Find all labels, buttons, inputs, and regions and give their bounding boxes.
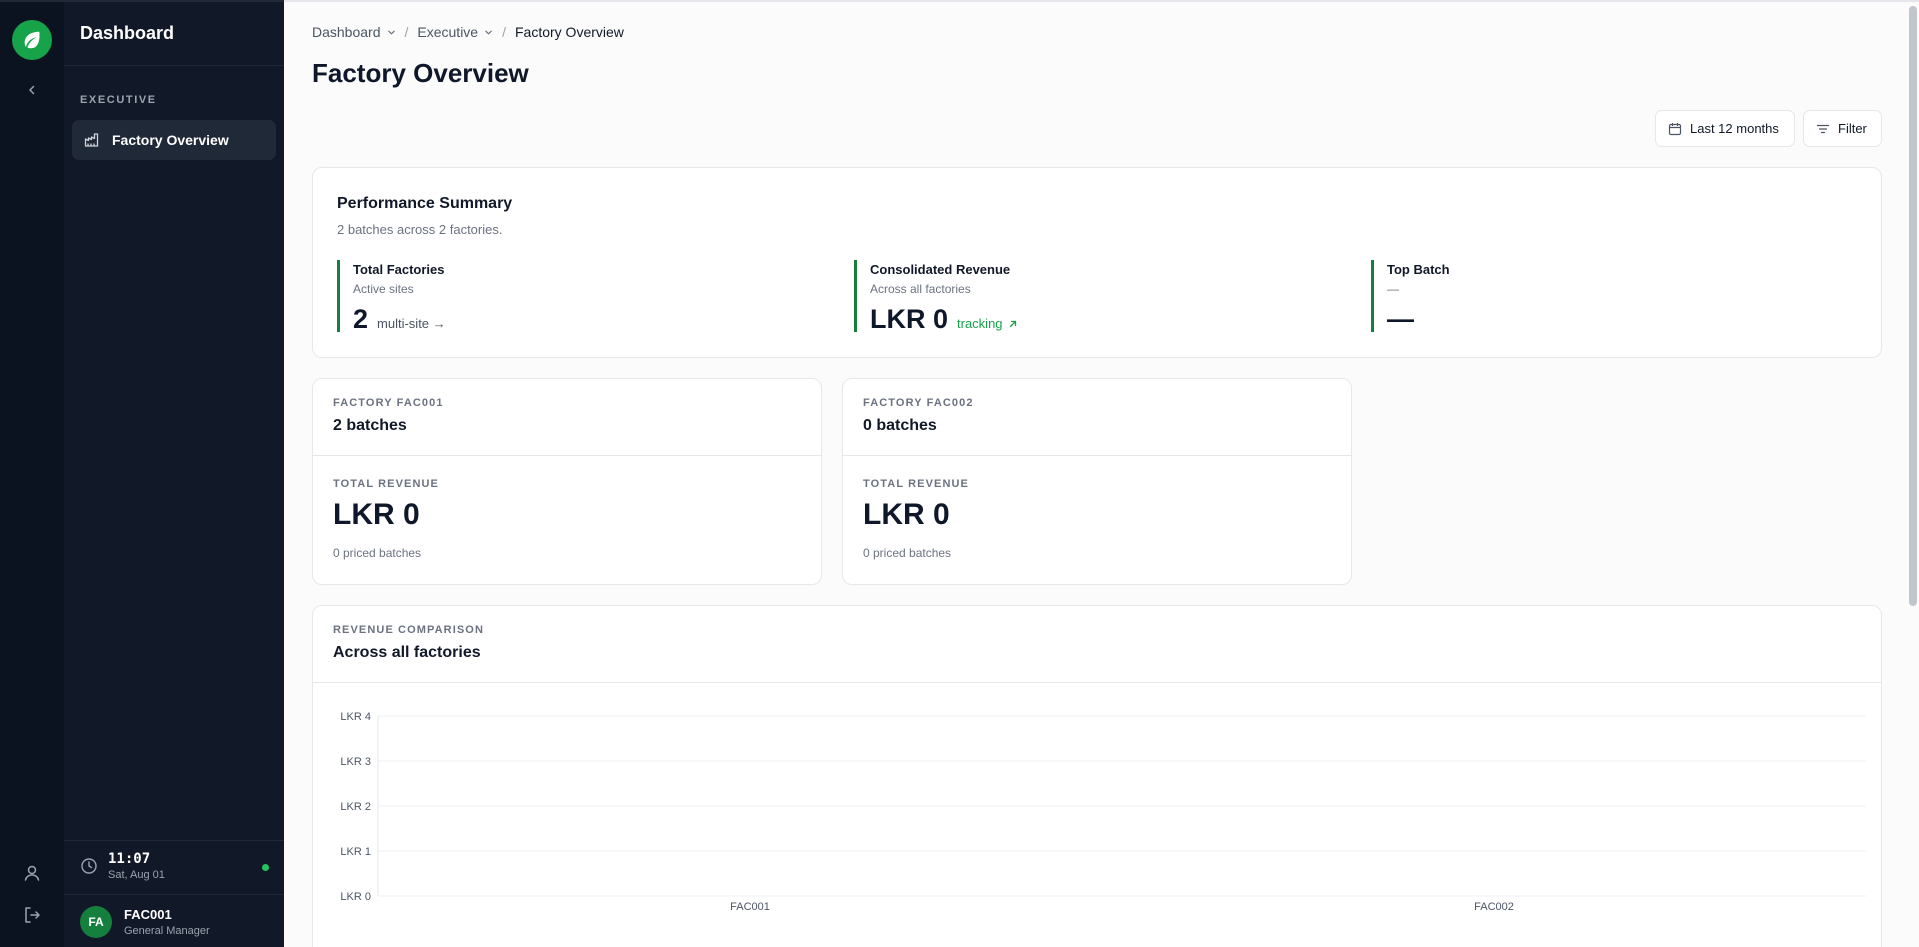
factory-label: FACTORY FAC002 (863, 397, 974, 409)
stat-value: — (1387, 304, 1414, 334)
y-tick-label: LKR 3 (340, 756, 371, 768)
main-content: Dashboard / Executive / Factory Overview… (284, 0, 1919, 947)
stat-title: Consolidated Revenue (870, 262, 1011, 277)
online-status-dot (262, 864, 269, 871)
stat-subtitle: Across all factories (870, 282, 971, 296)
page-title: Factory Overview (312, 58, 529, 88)
breadcrumb-current: Factory Overview (514, 24, 624, 40)
clock-time: 11:07 (108, 851, 151, 867)
user-icon[interactable] (22, 863, 42, 883)
stat-subtitle: — (1387, 282, 1399, 296)
summary-title: Performance Summary (337, 195, 513, 212)
revenue-value: LKR 0 (333, 498, 420, 531)
date-range-label: Last 12 months (1690, 121, 1779, 136)
priced-batches: 0 priced batches (863, 546, 952, 560)
x-tick-label: FAC001 (730, 901, 770, 913)
filter-icon (1816, 122, 1830, 136)
priced-batches: 0 priced batches (333, 546, 422, 560)
y-tick-label: LKR 0 (340, 891, 371, 903)
chevron-down-icon (484, 24, 493, 40)
breadcrumb-separator: / (404, 24, 409, 40)
breadcrumb-label: Executive (417, 24, 479, 40)
logout-icon[interactable] (22, 905, 42, 925)
summary-subtitle: 2 batches across 2 factories. (337, 222, 503, 237)
stat-trend: tracking (957, 316, 1018, 331)
leaf-icon[interactable] (12, 20, 52, 60)
breadcrumb-executive[interactable]: Executive (417, 24, 493, 40)
factory-label: FACTORY FAC001 (333, 397, 444, 409)
factory-batches: 0 batches (863, 417, 937, 434)
factory-batches: 2 batches (333, 417, 407, 434)
revenue-value: LKR 0 (863, 498, 950, 531)
stat-value: 2 (353, 304, 369, 334)
breadcrumb-label: Dashboard (312, 24, 381, 40)
date-range-button[interactable]: Last 12 months (1655, 110, 1795, 147)
sidebar-section-label: EXECUTIVE (80, 94, 157, 106)
chart-title: Across all factories (333, 644, 481, 661)
chevron-left-icon[interactable] (22, 80, 42, 100)
filter-button[interactable]: Filter (1803, 110, 1882, 147)
clock-icon (80, 857, 98, 880)
y-tick-label: LKR 2 (340, 801, 371, 813)
stat-title: Top Batch (1387, 262, 1450, 277)
revenue-label: TOTAL REVENUE (863, 478, 969, 490)
calendar-icon (1668, 122, 1682, 136)
sidebar-item-factory-overview[interactable]: Factory Overview (72, 120, 276, 160)
clock-date: Sat, Aug 01 (108, 869, 165, 881)
user-role: General Manager (124, 925, 210, 937)
stat-top-batch: Top Batch — — (1371, 260, 1771, 334)
sidebar: Dashboard EXECUTIVE Factory Overview 11:… (64, 0, 284, 947)
breadcrumb-separator: / (502, 24, 506, 40)
y-tick-label: LKR 4 (340, 711, 371, 723)
stat-total-factories: Total Factories Active sites 2 multi-sit… (337, 260, 737, 334)
clock-widget: 11:07 Sat, Aug 01 (64, 840, 284, 894)
revenue-comparison-card: REVENUE COMPARISON Across all factories … (312, 605, 1882, 947)
chevron-down-icon (387, 24, 396, 40)
factory-icon (84, 132, 100, 148)
breadcrumb: Dashboard / Executive / Factory Overview (312, 24, 624, 40)
factory-card-fac001[interactable]: FACTORY FAC001 2 batches TOTAL REVENUE L… (312, 378, 822, 585)
stat-trend-label: tracking (957, 316, 1003, 331)
breadcrumb-dashboard[interactable]: Dashboard (312, 24, 396, 40)
user-name: FAC001 (124, 907, 172, 922)
revenue-bar-chart: LKR 0 LKR 1 LKR 2 LKR 3 LKR 4 FAC001 FAC002 (340, 711, 1866, 913)
stat-consolidated-revenue: Consolidated Revenue Across all factorie… (854, 260, 1254, 334)
y-tick-label: LKR 1 (340, 846, 371, 858)
performance-summary-card: Performance Summary 2 batches across 2 f… (312, 167, 1882, 358)
vertical-scrollbar[interactable] (1909, 6, 1917, 606)
sidebar-title: Dashboard (80, 23, 175, 43)
revenue-label: TOTAL REVENUE (333, 478, 439, 490)
stat-link-multi-site[interactable]: multi-site → (377, 316, 446, 331)
stat-title: Total Factories (353, 262, 445, 277)
stat-value: LKR 0 (870, 304, 949, 334)
icon-rail (0, 0, 64, 947)
sidebar-header: Dashboard (64, 2, 284, 66)
factory-card-fac002[interactable]: FACTORY FAC002 0 batches TOTAL REVENUE L… (842, 378, 1352, 585)
arrow-up-right-icon (1008, 319, 1018, 329)
stat-subtitle: Active sites (353, 282, 414, 296)
x-tick-label: FAC002 (1474, 901, 1514, 913)
chart-label: REVENUE COMPARISON (333, 624, 484, 636)
filter-label: Filter (1838, 121, 1867, 136)
user-profile[interactable]: FA FAC001 General Manager (64, 894, 284, 947)
avatar: FA (80, 906, 112, 938)
sidebar-item-label: Factory Overview (112, 132, 229, 148)
